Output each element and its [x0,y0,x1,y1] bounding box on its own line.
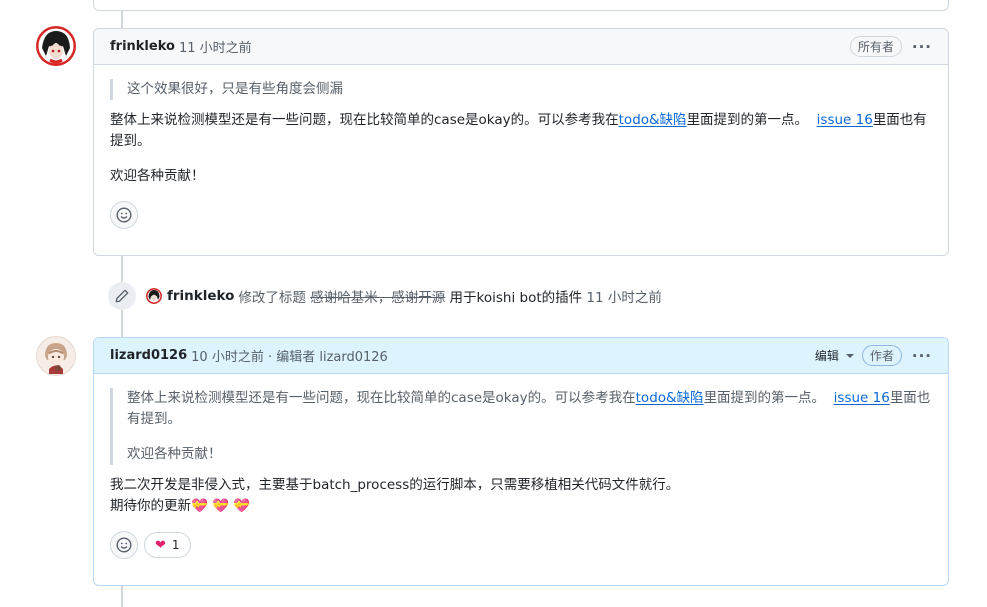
text-segment: 整体上来说检测模型还是有一些问题，现在比较简单的case是okay的。可以参考我… [110,112,619,128]
heart-count: 1 [171,537,180,552]
text-segment: 里面提到的第一点。 [686,112,809,128]
edited-dropdown[interactable]: 编辑 [815,347,854,364]
event-time[interactable]: 11 小时之前 [586,286,661,306]
comment-lizard0126: lizard0126 10 小时之前 · 编辑者 lizard0126 编辑 作… [93,337,949,586]
blockquote: 这个效果很好，只是有些角度会侧漏 [110,79,932,100]
reactions-row: ❤ 1 [110,531,932,559]
add-reaction-button[interactable] [110,531,138,559]
previous-comment-box [93,0,949,11]
comment-paragraph: 整体上来说检测模型还是有一些问题，现在比较简单的case是okay的。可以参考我… [110,110,932,152]
title-change-event: frinkleko 修改了标题 感谢哈基米，感谢开源 用于koishi bot的… [108,282,662,310]
event-action: 修改了标题 [238,290,306,306]
owner-badge: 所有者 [849,36,902,57]
text-segment: 整体上来说检测模型还是有一些问题，现在比较简单的case是okay的。可以参考我… [127,390,636,406]
comment-body: 这个效果很好，只是有些角度会侧漏 整体上来说检测模型还是有一些问题，现在比较简单… [94,65,948,243]
reactions-row [110,201,932,229]
new-title: 用于koishi bot的插件 [449,290,583,306]
edited-label: 编辑 [814,349,839,363]
quote-text: 这个效果很好，只是有些角度会侧漏 [127,81,343,97]
smiley-icon [116,537,132,553]
add-reaction-button[interactable] [110,201,138,229]
todo-link[interactable]: todo&缺陷 [636,390,704,406]
heart-reaction-button[interactable]: ❤ 1 [144,532,191,558]
pencil-icon [108,282,136,310]
old-title: 感谢哈基米，感谢开源 [310,290,446,306]
quote-paragraph: 整体上来说检测模型还是有一些问题，现在比较简单的case是okay的。可以参考我… [127,388,932,430]
heart-icon: ❤ [155,537,166,553]
avatar-frinkleko[interactable] [36,26,76,66]
avatar-lizard0126[interactable] [36,336,76,376]
comment-header: frinkleko 11 小时之前 所有者 ··· [94,29,948,65]
comment-header: lizard0126 10 小时之前 · 编辑者 lizard0126 编辑 作… [94,338,948,374]
event-author[interactable]: frinkleko [167,288,234,304]
smiley-icon [116,207,132,223]
text-segment: 里面提到的第一点。 [703,390,826,406]
more-options-icon[interactable]: ··· [912,347,932,365]
gift-heart-emojis: 💝 💝 💝 [191,498,251,514]
issue-link[interactable]: issue 16 [817,112,873,128]
comment-line: 我二次开发是非侵入式，主要基于batch_process的运行脚本，只需要移植相… [110,477,680,493]
comment-meta[interactable]: 10 小时之前 · 编辑者 lizard0126 [191,346,388,365]
chevron-down-icon [845,353,854,358]
text-segment: 期待你的更新 [110,498,191,514]
comment-time[interactable]: 11 小时之前 [179,37,252,56]
comment-paragraph: 欢迎各种贡献！ [110,168,205,184]
author-badge: 作者 [861,345,902,366]
comment-body: 整体上来说检测模型还是有一些问题，现在比较简单的case是okay的。可以参考我… [94,374,948,573]
todo-link[interactable]: todo&缺陷 [619,112,687,128]
comment-line: 期待你的更新💝 💝 💝 [110,496,932,517]
comment-frinkleko: frinkleko 11 小时之前 所有者 ··· 这个效果很好，只是有些角度会… [93,28,949,256]
issue-link[interactable]: issue 16 [834,390,890,406]
blockquote: 整体上来说检测模型还是有一些问题，现在比较简单的case是okay的。可以参考我… [110,388,932,465]
quote-paragraph: 欢迎各种贡献！ [127,446,222,462]
comment-author[interactable]: frinkleko [110,39,175,54]
event-avatar[interactable] [146,288,162,304]
more-options-icon[interactable]: ··· [912,38,932,56]
comment-author[interactable]: lizard0126 [110,348,187,363]
